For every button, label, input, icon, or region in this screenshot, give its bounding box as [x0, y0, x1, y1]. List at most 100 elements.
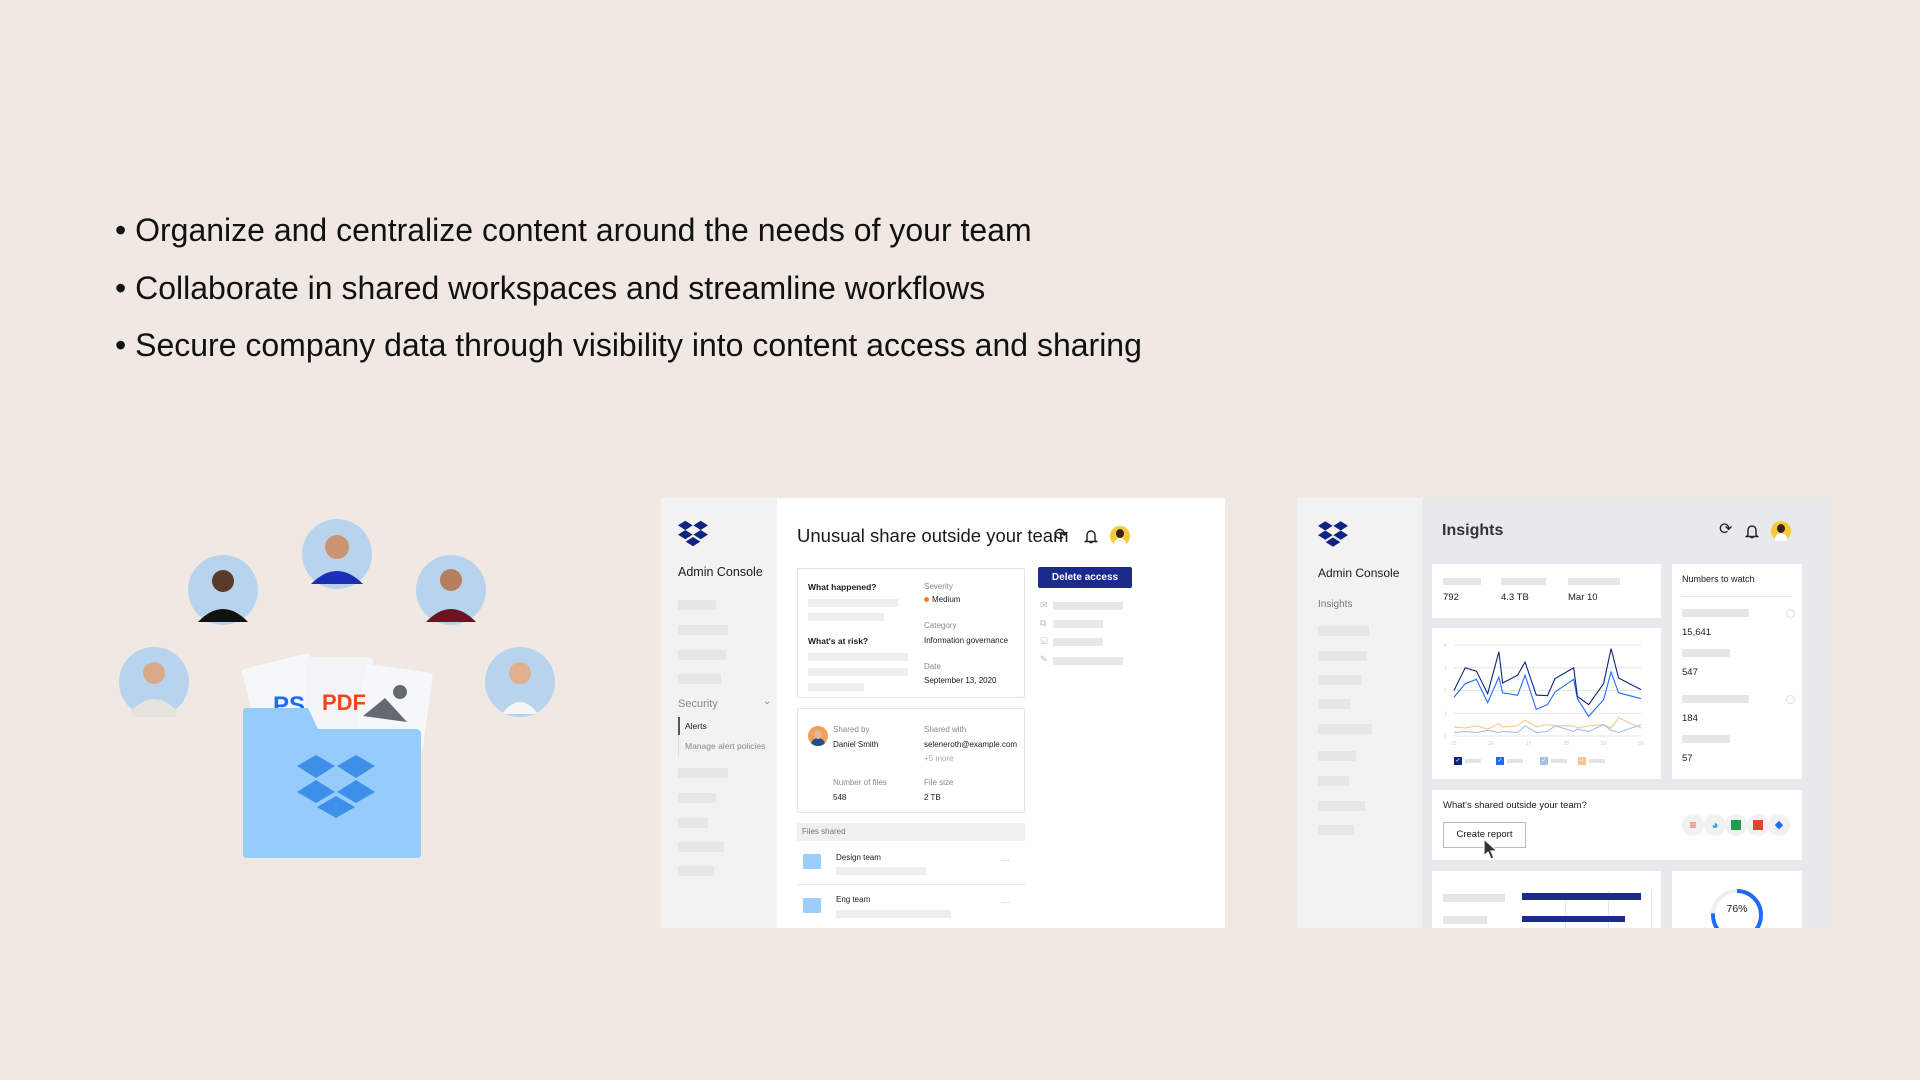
bullet-organize: • Organize and centralize content around…: [115, 212, 1032, 248]
nav-placeholder[interactable]: [1318, 651, 1367, 661]
metric-label-placeholder: [1682, 649, 1730, 657]
nav-placeholder[interactable]: [678, 600, 716, 610]
x-tick-label: 29: [1601, 741, 1607, 747]
x-tick-label: 26: [1488, 741, 1494, 747]
whats-at-risk-label: What's at risk?: [808, 636, 869, 646]
text-placeholder: [808, 599, 898, 607]
shared-with-value: seleneroth@example.com: [924, 740, 1018, 749]
x-tick-label: 30: [1638, 741, 1644, 747]
severity-dot-icon: [924, 597, 929, 602]
admin-console-label: Admin Console: [678, 565, 763, 579]
file-row[interactable]: Design team ...: [797, 843, 1025, 885]
donut-card: 76%: [1672, 871, 1802, 928]
metric-label-placeholder: [1682, 609, 1749, 617]
y-tick-label: 2: [1444, 689, 1447, 695]
refresh-icon[interactable]: ⟳: [1719, 522, 1732, 538]
legend-checkbox[interactable]: ✓: [1454, 757, 1462, 765]
nav-placeholder[interactable]: [1318, 699, 1350, 709]
stat-label-placeholder: [1443, 578, 1481, 585]
nav-placeholder[interactable]: [1318, 724, 1372, 734]
stat-value: Mar 10: [1568, 592, 1598, 603]
more-options-icon[interactable]: ...: [1002, 896, 1010, 905]
dropbox-app-icon: ◆: [1768, 814, 1790, 836]
bell-icon[interactable]: [1745, 524, 1759, 539]
shared-with-more[interactable]: +5 more: [924, 755, 954, 763]
nav-placeholder[interactable]: [1318, 825, 1354, 835]
y-tick-label: 0: [1444, 734, 1447, 740]
file-name[interactable]: Eng team: [836, 896, 870, 904]
metric-value: 57: [1682, 753, 1693, 764]
legend-checkbox[interactable]: ✓: [1496, 757, 1504, 765]
nav-insights[interactable]: Insights: [1318, 600, 1352, 610]
avatar-3: [302, 519, 372, 589]
numbers-to-watch-card: Numbers to watch 15,641 547 184 57: [1672, 564, 1802, 779]
nav-placeholder[interactable]: [678, 866, 714, 876]
bar-chart-card: [1432, 871, 1661, 928]
folder-icon: [243, 708, 421, 858]
action-placeholder[interactable]: [1053, 602, 1123, 610]
nav-placeholder[interactable]: [678, 793, 716, 803]
line-chart-card: 0 1 2 3 4 25 26 27 28 29 30 ✓ ✓ ✓ ✓: [1432, 628, 1661, 779]
nav-manage-alert-policies[interactable]: Manage alert policies: [685, 742, 765, 751]
nav-placeholder[interactable]: [678, 818, 708, 828]
bell-icon[interactable]: [1084, 529, 1098, 544]
action-placeholder[interactable]: [1053, 620, 1103, 628]
shared-by-value: Daniel Smith: [833, 740, 879, 749]
info-icon[interactable]: [1786, 695, 1795, 704]
pencil-icon[interactable]: ✎: [1040, 655, 1048, 664]
presentation-app-icon: [1747, 814, 1769, 836]
nav-placeholder[interactable]: [1318, 675, 1362, 685]
dropbox-logo-icon[interactable]: [1318, 521, 1348, 547]
nav-placeholder[interactable]: [1318, 801, 1365, 811]
file-row[interactable]: Eng team ...: [797, 886, 1025, 928]
category-label: Category: [924, 621, 957, 630]
action-placeholder[interactable]: [1053, 638, 1103, 646]
avatar-2: [188, 555, 258, 625]
nav-placeholder[interactable]: [1318, 776, 1349, 786]
user-avatar[interactable]: [1110, 526, 1130, 546]
numbers-to-watch-title: Numbers to watch: [1682, 574, 1755, 584]
avatar-1: [119, 647, 189, 717]
nav-placeholder[interactable]: [678, 674, 721, 684]
bar: [1522, 916, 1625, 922]
mail-icon[interactable]: ✉: [1040, 601, 1048, 610]
refresh-icon[interactable]: ⟳: [1054, 526, 1068, 543]
x-tick-label: 28: [1563, 741, 1569, 747]
metric-label-placeholder: [1682, 695, 1749, 703]
nav-security[interactable]: Security: [678, 699, 718, 710]
donut-percent: 76%: [1726, 903, 1748, 915]
insights-panel: Admin Console Insights Insights ⟳ 792 4.…: [1297, 498, 1830, 928]
category-value: Information governance: [924, 636, 1009, 645]
dropbox-logo-icon[interactable]: [678, 520, 708, 547]
legend-label-placeholder: [1465, 759, 1481, 763]
text-placeholder: [836, 910, 951, 918]
nav-placeholder[interactable]: [678, 625, 728, 635]
share-details-card: Shared by Daniel Smith Shared with selen…: [797, 708, 1025, 813]
legend-label-placeholder: [1507, 759, 1523, 763]
action-placeholder[interactable]: [1053, 657, 1123, 665]
nav-placeholder[interactable]: [678, 842, 724, 852]
legend-checkbox[interactable]: ✓: [1540, 757, 1548, 765]
bar: [1522, 893, 1641, 900]
nav-placeholder[interactable]: [678, 768, 728, 778]
spreadsheet-app-icon: [1725, 814, 1747, 836]
mouse-cursor-icon: [1483, 838, 1499, 860]
legend-checkbox[interactable]: ✓: [1578, 757, 1586, 765]
info-icon[interactable]: [1786, 609, 1795, 618]
delete-access-button[interactable]: Delete access: [1038, 567, 1132, 588]
nav-placeholder[interactable]: [1318, 751, 1356, 761]
checkbox-icon[interactable]: ☑: [1040, 637, 1048, 646]
nav-alerts[interactable]: Alerts: [685, 722, 707, 731]
user-avatar[interactable]: [1771, 521, 1791, 541]
nav-placeholder[interactable]: [1318, 626, 1369, 636]
external-link-icon[interactable]: ⧉: [1040, 619, 1046, 628]
legend-label-placeholder: [1589, 759, 1605, 763]
file-name[interactable]: Design team: [836, 854, 881, 862]
report-question: What's shared outside your team?: [1443, 800, 1587, 811]
nav-placeholder[interactable]: [678, 650, 726, 660]
chevron-down-icon[interactable]: ⌄: [763, 697, 771, 707]
more-options-icon[interactable]: ...: [1002, 854, 1010, 863]
avatar-5: [485, 647, 555, 717]
legend-label-placeholder: [1551, 759, 1567, 763]
metric-value: 15,641: [1682, 627, 1712, 638]
